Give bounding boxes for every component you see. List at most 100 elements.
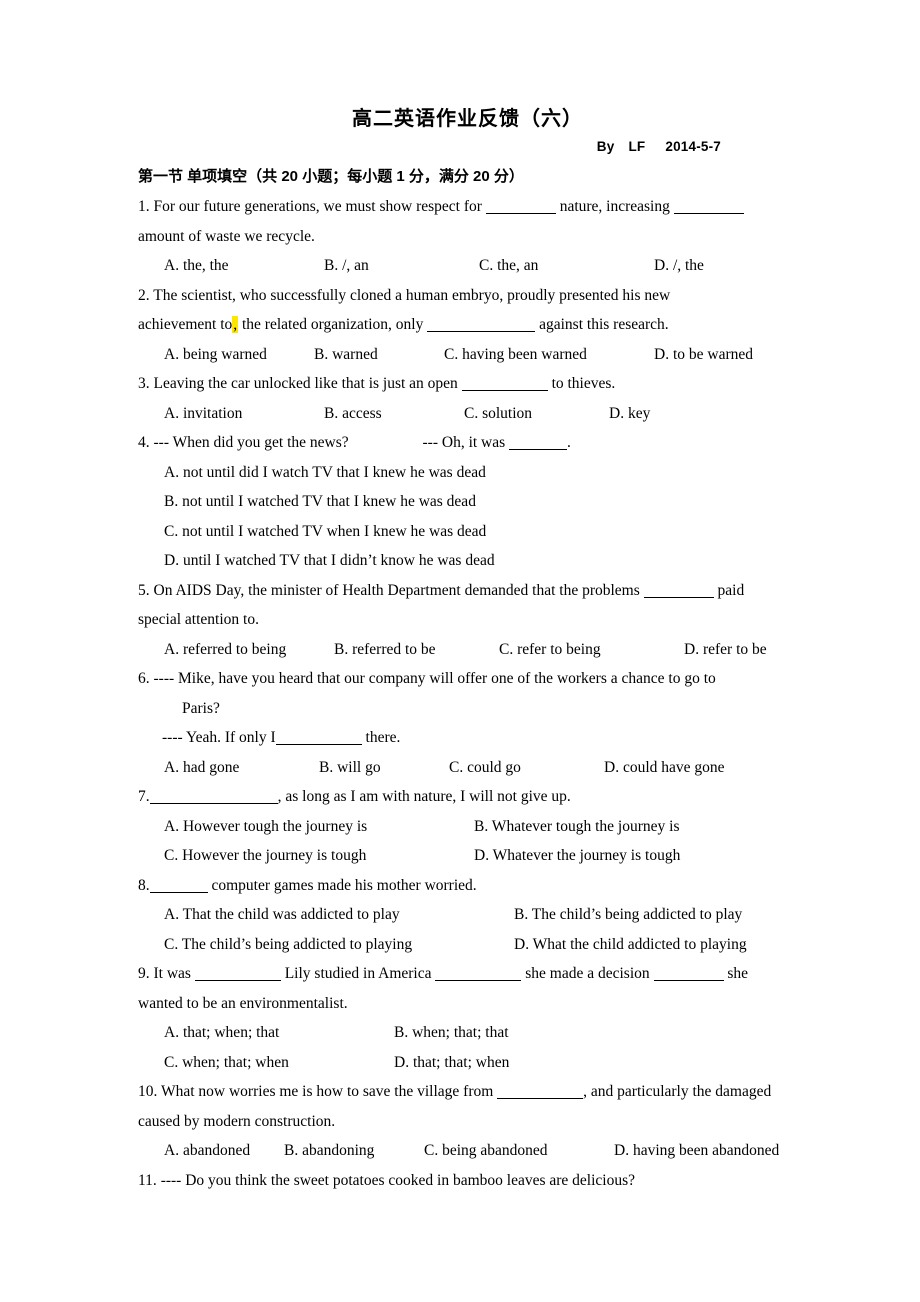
question-6-stem-line2: Paris? [182, 699, 220, 717]
question-11-stem: 11. ---- Do you think the sweet potatoes… [138, 1166, 783, 1196]
option-b[interactable]: B. The child’s being addicted to play [514, 900, 742, 930]
question-6-options: A. had gone B. will go C. could go D. could… [138, 753, 783, 783]
question-6-number: 6. [138, 670, 150, 687]
highlighted-comma: , [232, 316, 239, 333]
question-9-options-row1: A. that; when; that B. when; that; that [138, 1018, 783, 1048]
question-3-text-a: Leaving the car unlocked like that is ju… [153, 375, 458, 392]
question-2-text-a: The scientist, who successfully cloned a… [153, 286, 671, 304]
option-c[interactable]: C. refer to being [499, 635, 684, 665]
option-c[interactable]: C. the, an [479, 251, 654, 281]
option-c[interactable]: C. The child’s being addicted to playing [164, 930, 514, 960]
option-d[interactable]: D. that; that; when [394, 1048, 509, 1078]
option-b[interactable]: B. abandoning [284, 1136, 424, 1166]
option-d[interactable]: D. having been abandoned [614, 1136, 779, 1166]
option-b[interactable]: B. referred to be [334, 635, 499, 665]
question-10-number: 10. [138, 1083, 158, 1100]
option-a[interactable]: A. being warned [164, 340, 314, 370]
question-1-stem: 1. For our future generations, we must s… [138, 192, 783, 222]
page-title: 高二英语作业反馈（六） [352, 108, 583, 130]
option-b[interactable]: B. access [324, 399, 464, 429]
blank-field [673, 200, 744, 214]
question-2-stem-line2: achievement to, the related organization… [138, 310, 783, 340]
question-10-text-a: What now worries me is how to save the v… [160, 1083, 494, 1100]
question-2-options: A. being warned B. warned C. having been w… [138, 340, 783, 370]
option-a[interactable]: A. had gone [164, 753, 319, 783]
byline: By LF 2014-5-7 [138, 136, 783, 158]
option-d[interactable]: D. to be warned [654, 340, 753, 370]
option-a[interactable]: A. the, the [164, 251, 324, 281]
question-1-options: A. the, the B. /, an C. the, an D. /, the [138, 251, 783, 281]
option-d[interactable]: D. Whatever the journey is tough [474, 841, 680, 871]
option-b[interactable]: B. warned [314, 340, 444, 370]
blank-field [497, 1085, 584, 1099]
question-5-number: 5. [138, 581, 150, 599]
question-3: 3. Leaving the car unlocked like that is… [138, 369, 783, 428]
byline-by: By [596, 139, 615, 154]
option-a[interactable]: A. However tough the journey is [164, 812, 474, 842]
question-10-stem: 10. What now worries me is how to save t… [138, 1077, 783, 1107]
option-a[interactable]: A. not until did I watch TV that I knew … [138, 458, 783, 488]
option-c[interactable]: C. not until I watched TV when I knew he… [138, 517, 783, 547]
option-c[interactable]: C. could go [449, 753, 604, 783]
document-body: 高二英语作业反馈（六） By LF 2014-5-7 第一节 单项填空（共 20 小… [138, 104, 783, 1195]
question-2-text-b: achievement to [138, 316, 233, 333]
question-8-number: 8. [138, 876, 150, 894]
question-4-stem: 4. --- When did you get the news? --- Oh… [138, 428, 783, 458]
blank-field [427, 318, 536, 332]
question-9-stem-line2: wanted to be an environmentalist. [138, 994, 348, 1012]
question-4-text-a: --- When did you get the news? [153, 434, 349, 451]
blank-field [149, 879, 208, 893]
blank-field [485, 200, 556, 214]
option-b[interactable]: B. will go [319, 753, 449, 783]
option-a[interactable]: A. That the child was addicted to play [164, 900, 514, 930]
option-b[interactable]: B. not until I watched TV that I knew he… [138, 487, 783, 517]
option-d[interactable]: D. could have gone [604, 753, 725, 783]
question-4-number: 4. [138, 434, 150, 451]
question-7-stem: 7. , as long as I am with nature, I will … [138, 782, 783, 812]
question-5-stem-line2: special attention to. [138, 611, 259, 628]
option-d[interactable]: D. /, the [654, 251, 704, 281]
question-11-text-a: ---- Do you think the sweet potatoes coo… [160, 1171, 636, 1189]
question-11-number: 11. [138, 1171, 157, 1189]
question-6-text-b: ---- Yeah. If only I [162, 729, 276, 746]
option-a[interactable]: A. that; when; that [164, 1018, 394, 1048]
option-d[interactable]: D. key [609, 399, 650, 429]
option-c[interactable]: C. when; that; when [164, 1048, 394, 1078]
question-9-text-b: Lily studied in America [284, 965, 432, 982]
option-b[interactable]: B. when; that; that [394, 1018, 509, 1048]
question-1-text-a: For our future generations, we must show… [153, 198, 482, 215]
question-10: 10. What now worries me is how to save t… [138, 1077, 783, 1166]
question-4-text-c: . [567, 434, 571, 451]
option-d[interactable]: D. What the child addicted to playing [514, 930, 747, 960]
question-8-options-row1: A. That the child was addicted to play B.… [138, 900, 783, 930]
option-d[interactable]: D. until I watched TV that I didn’t know… [138, 546, 783, 576]
option-b[interactable]: B. Whatever tough the journey is [474, 812, 679, 842]
question-6: 6. ---- Mike, have you heard that our co… [138, 664, 783, 782]
option-a[interactable]: A. invitation [164, 399, 324, 429]
blank-field [461, 377, 548, 391]
option-a[interactable]: A. abandoned [164, 1136, 284, 1166]
question-1-number: 1. [138, 198, 150, 215]
option-c[interactable]: C. being abandoned [424, 1136, 614, 1166]
document-page: 高二英语作业反馈（六） By LF 2014-5-7 第一节 单项填空（共 20 小… [0, 0, 920, 1302]
option-c[interactable]: C. However the journey is tough [164, 841, 474, 871]
question-5: 5. On AIDS Day, the minister of Health D… [138, 576, 783, 665]
question-10-stem-line2: caused by modern construction. [138, 1112, 336, 1130]
option-a[interactable]: A. referred to being [164, 635, 334, 665]
option-d[interactable]: D. refer to be [684, 635, 767, 665]
option-c[interactable]: C. solution [464, 399, 609, 429]
question-4-text-b: --- Oh, it was [422, 434, 506, 451]
question-7-options-row2: C. However the journey is tough D. Whatev… [138, 841, 783, 871]
option-b[interactable]: B. /, an [324, 251, 479, 281]
question-9-stem: 9. It was Lily studied in America she ma… [138, 959, 783, 989]
question-3-stem: 3. Leaving the car unlocked like that is… [138, 369, 783, 399]
question-3-options: A. invitation B. access C. solution D. key [138, 399, 783, 429]
question-8-text-a: computer games made his mother worried. [211, 876, 477, 894]
question-6-stem-line3: ---- Yeah. If only I there. [138, 723, 783, 753]
question-5-text-a: On AIDS Day, the minister of Health Depa… [153, 581, 640, 599]
question-1-stem-line2: amount of waste we recycle. [138, 227, 315, 245]
option-c[interactable]: C. having been warned [444, 340, 654, 370]
question-3-number: 3. [138, 375, 150, 392]
question-4: 4. --- When did you get the news? --- Oh… [138, 428, 783, 576]
question-8-stem: 8. computer games made his mother worrie… [138, 871, 783, 901]
